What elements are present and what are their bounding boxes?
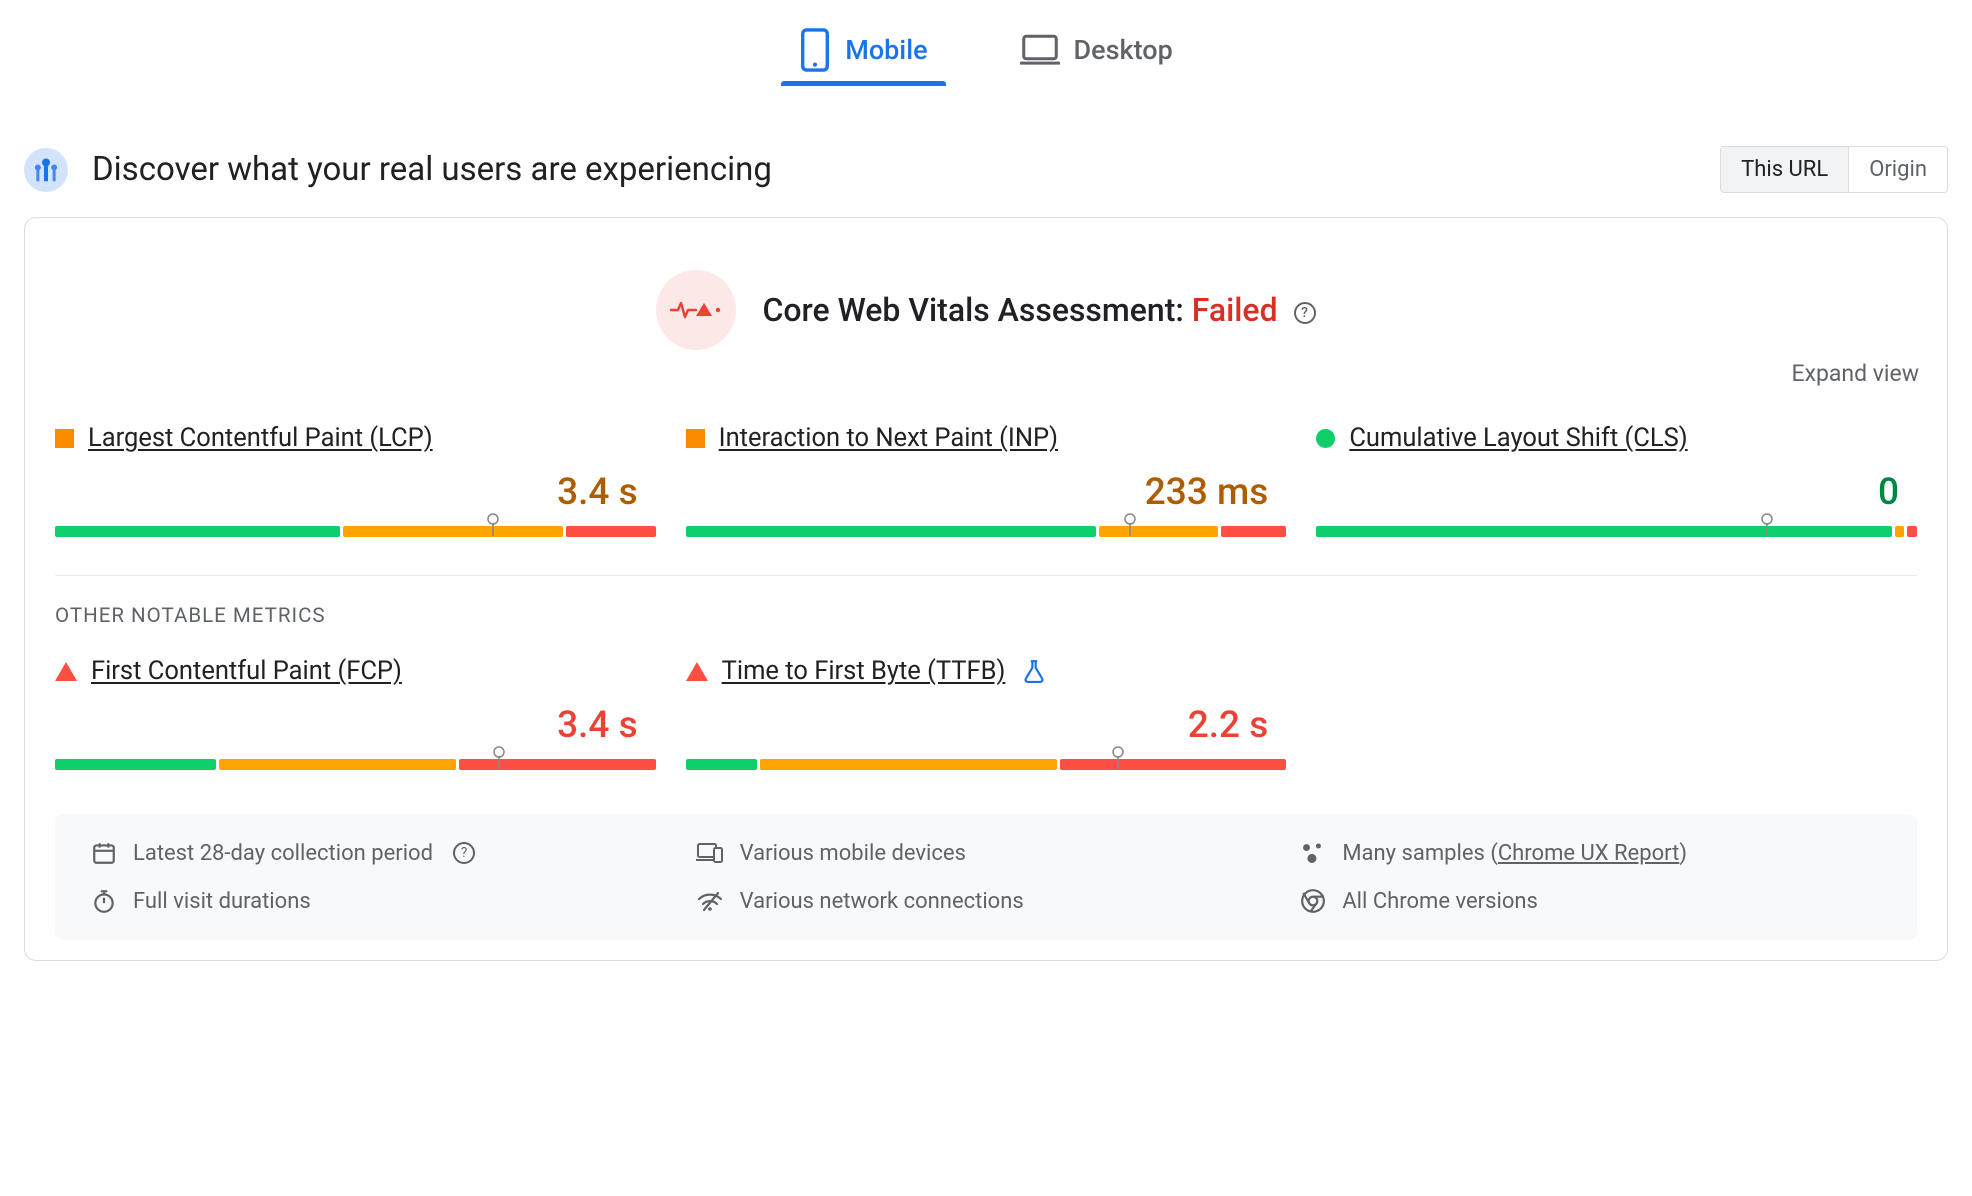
crux-link[interactable]: Chrome UX Report [1498,841,1679,866]
divider [55,575,1917,576]
assessment-status: Failed [1192,291,1278,329]
metric-ttfb-name[interactable]: Time to First Byte (TTFB) [722,656,1006,686]
metric-inp-name[interactable]: Interaction to Next Paint (INP) [719,423,1058,453]
tab-desktop[interactable]: Desktop [1002,14,1191,86]
tab-mobile-label: Mobile [845,34,927,66]
metric-inp: Interaction to Next Paint (INP) 233 ms [686,419,1287,573]
scope-toggle: This URL Origin [1720,146,1948,193]
assessment-card: Core Web Vitals Assessment: Failed ? Exp… [24,217,1948,961]
metric-lcp: Largest Contentful Paint (LCP) 3.4 s [55,419,656,573]
assessment-row: Core Web Vitals Assessment: Failed ? [45,250,1927,350]
metric-cls-bar [1316,520,1917,537]
metric-lcp-name[interactable]: Largest Contentful Paint (LCP) [88,423,433,453]
triangle-icon [686,662,708,681]
section-other-label: OTHER NOTABLE METRICS [45,604,1927,652]
scatter-icon [1300,841,1326,865]
marker-icon [1124,513,1137,537]
circle-icon [1316,429,1335,448]
help-icon[interactable]: ? [1294,302,1316,324]
square-icon [55,429,74,448]
marker-icon [1112,746,1125,770]
footer-period: Latest 28-day collection period ? [91,840,672,866]
assessment-label: Core Web Vitals Assessment: [762,291,1183,329]
header-left: Discover what your real users are experi… [24,148,772,192]
flask-icon [1023,659,1045,683]
footer-versions: All Chrome versions [1300,888,1881,914]
metric-ttfb-value: 2.2 s [686,686,1287,753]
device-tabs: Mobile Desktop [24,0,1948,98]
tab-desktop-label: Desktop [1074,34,1173,66]
page-title: Discover what your real users are experi… [92,150,772,189]
metric-fcp: First Contentful Paint (FCP) 3.4 s [55,652,656,806]
metric-ttfb-bar [686,753,1287,770]
assessment-text: Core Web Vitals Assessment: Failed ? [762,291,1315,329]
devices-icon [696,841,724,865]
metric-lcp-value: 3.4 s [55,453,656,520]
vitals-fail-icon [656,270,736,350]
marker-icon [493,746,506,770]
metric-cls-name[interactable]: Cumulative Layout Shift (CLS) [1349,423,1687,453]
square-icon [686,429,705,448]
stopwatch-icon [91,888,117,914]
marker-icon [487,513,500,537]
footer-samples: Many samples (Chrome UX Report) [1300,840,1881,866]
metric-fcp-bar [55,753,656,770]
metric-inp-value: 233 ms [686,453,1287,520]
other-metrics-grid: First Contentful Paint (FCP) 3.4 s Time … [45,652,1927,806]
expand-view-link[interactable]: Expand view [45,350,1927,419]
metric-cls-value: 0 [1316,453,1917,520]
scope-url-button[interactable]: This URL [1721,147,1849,192]
chrome-icon [1300,888,1326,914]
footer-info: Latest 28-day collection period ? Variou… [55,814,1917,940]
metric-fcp-name[interactable]: First Contentful Paint (FCP) [91,656,402,686]
calendar-icon [91,840,117,866]
footer-durations: Full visit durations [91,888,672,914]
mobile-icon [799,28,831,72]
footer-network: Various network connections [696,888,1277,914]
metric-fcp-value: 3.4 s [55,686,656,753]
header-row: Discover what your real users are experi… [24,98,1948,217]
footer-devices: Various mobile devices [696,840,1277,866]
users-icon [24,148,68,192]
scope-origin-button[interactable]: Origin [1849,147,1947,192]
core-metrics-grid: Largest Contentful Paint (LCP) 3.4 s Int… [45,419,1927,573]
metric-lcp-bar [55,520,656,537]
desktop-icon [1020,33,1060,67]
help-icon[interactable]: ? [453,842,475,864]
metric-ttfb: Time to First Byte (TTFB) 2.2 s [686,652,1287,806]
tab-mobile[interactable]: Mobile [781,14,945,86]
metric-inp-bar [686,520,1287,537]
metric-cls: Cumulative Layout Shift (CLS) 0 [1316,419,1917,573]
network-icon [696,890,724,912]
triangle-icon [55,662,77,681]
marker-icon [1760,513,1773,537]
